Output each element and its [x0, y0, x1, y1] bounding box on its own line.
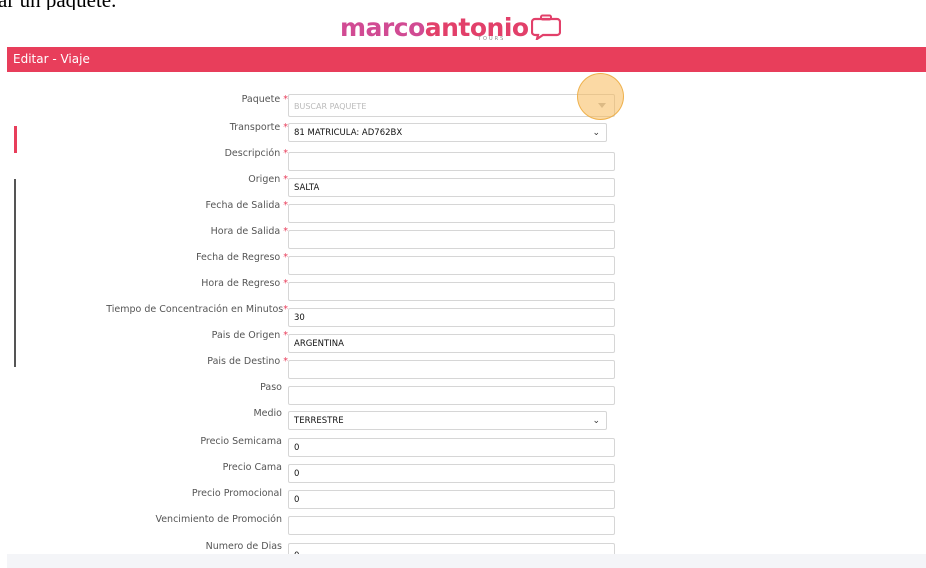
- chevron-down-icon: ⌄: [592, 416, 600, 426]
- app-window: marco antonio TOURS Editar - Viaje Paquet…: [7, 10, 926, 568]
- click-highlight: [577, 73, 624, 120]
- page-title: Editar - Viaje: [13, 52, 90, 66]
- logo-tagline: TOURS: [478, 36, 506, 42]
- row-origen: Origen * SALTA: [7, 174, 926, 200]
- row-precio-cama: Precio Cama 0: [7, 460, 926, 486]
- row-hora-salida: Hora de Salida *: [7, 226, 926, 252]
- label-transporte: Transporte *: [229, 122, 288, 133]
- row-pais-destino: Pais de Destino *: [7, 356, 926, 382]
- origen-input[interactable]: SALTA: [288, 178, 615, 197]
- label-numero-dias: Numero de Dias: [205, 541, 282, 552]
- row-tiempo-concentracion: Tiempo de Concentración en Minutos* 30: [7, 304, 926, 330]
- row-pais-origen: Pais de Origen * ARGENTINA: [7, 330, 926, 356]
- row-precio-promocional: Precio Promocional 0: [7, 486, 926, 512]
- row-fecha-salida: Fecha de Salida *: [7, 200, 926, 226]
- label-hora-regreso: Hora de Regreso *: [201, 278, 288, 289]
- row-fecha-regreso: Fecha de Regreso *: [7, 252, 926, 278]
- tiempo-concentracion-input[interactable]: 30: [288, 308, 615, 327]
- paquete-placeholder: BUSCAR PAQUETE: [294, 102, 367, 111]
- row-medio: Medio TERRESTRE ⌄: [7, 408, 926, 434]
- label-pais-destino: Pais de Destino *: [207, 356, 288, 367]
- brand-logo[interactable]: marco antonio TOURS: [340, 10, 561, 46]
- fecha-salida-input[interactable]: [288, 204, 615, 223]
- label-fecha-salida: Fecha de Salida *: [205, 200, 288, 211]
- suitcase-chat-icon: [530, 14, 561, 40]
- row-precio-semicama: Precio Semicama 0: [7, 434, 926, 460]
- chevron-down-icon: ⌄: [592, 128, 600, 138]
- logo-word-antonio: antonio: [424, 13, 529, 42]
- label-vencimiento-promocion: Vencimiento de Promoción: [155, 514, 282, 525]
- medio-select[interactable]: TERRESTRE ⌄: [288, 411, 607, 430]
- transporte-select[interactable]: 81 MATRICULA: AD762BX ⌄: [288, 123, 607, 142]
- row-paquete: Paquete * BUSCAR PAQUETE: [7, 91, 926, 117]
- label-paquete: Paquete *: [241, 94, 288, 105]
- pais-destino-input[interactable]: [288, 360, 615, 379]
- label-hora-salida: Hora de Salida *: [210, 226, 288, 237]
- precio-promocional-input[interactable]: 0: [288, 490, 615, 509]
- precio-semicama-input[interactable]: 0: [288, 438, 615, 457]
- row-paso: Paso: [7, 382, 926, 408]
- row-descripcion: Descripción *: [7, 148, 926, 174]
- label-fecha-regreso: Fecha de Regreso *: [196, 252, 288, 263]
- paso-input[interactable]: [288, 386, 615, 405]
- fecha-regreso-input[interactable]: [288, 256, 615, 275]
- pais-origen-input[interactable]: ARGENTINA: [288, 334, 615, 353]
- paquete-search-select[interactable]: BUSCAR PAQUETE: [288, 94, 615, 117]
- logo-bar: marco antonio TOURS: [7, 10, 926, 48]
- label-tiempo-concentracion: Tiempo de Concentración en Minutos*: [106, 304, 288, 315]
- footer-strip: [7, 554, 926, 568]
- row-vencimiento-promocion: Vencimiento de Promoción: [7, 512, 926, 538]
- hora-salida-input[interactable]: [288, 230, 615, 249]
- label-precio-cama: Precio Cama: [222, 462, 282, 473]
- label-precio-semicama: Precio Semicama: [200, 436, 282, 447]
- label-descripcion: Descripción *: [224, 148, 288, 159]
- label-origen: Origen *: [248, 174, 288, 185]
- medio-value: TERRESTRE: [294, 416, 344, 426]
- label-paso: Paso: [260, 382, 282, 393]
- transporte-value: 81 MATRICULA: AD762BX: [294, 128, 403, 138]
- label-pais-origen: Pais de Origen *: [211, 330, 288, 341]
- precio-cama-input[interactable]: 0: [288, 464, 615, 483]
- row-transporte: Transporte * 81 MATRICULA: AD762BX ⌄: [7, 122, 926, 148]
- logo-word-marco: marco: [340, 13, 425, 42]
- row-hora-regreso: Hora de Regreso *: [7, 278, 926, 304]
- descripcion-input[interactable]: [288, 152, 615, 171]
- label-precio-promocional: Precio Promocional: [191, 488, 282, 499]
- label-medio: Medio: [253, 408, 282, 419]
- page-header: Editar - Viaje: [7, 47, 926, 72]
- hora-regreso-input[interactable]: [288, 282, 615, 301]
- vencimiento-promocion-input[interactable]: [288, 516, 615, 535]
